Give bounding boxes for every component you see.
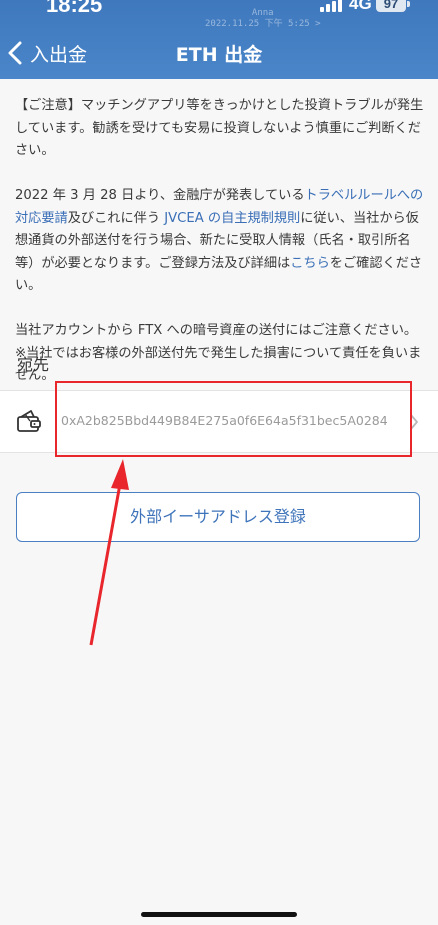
destination-address-row[interactable]: 0xA2b825Bbd449B84E275a0f6E64a5f31bec5A02… <box>0 390 438 453</box>
home-indicator <box>141 912 297 917</box>
network-type: 4G <box>349 0 372 13</box>
jvcea-rules-link[interactable]: JVCEA の自主規制規則 <box>164 211 300 226</box>
status-bar: 18:25 Anna 2022.11.25 下午 5:25 > 4G 97 <box>0 0 438 29</box>
battery-icon: 97 <box>376 0 406 12</box>
app-header: 18:25 Anna 2022.11.25 下午 5:25 > 4G 97 入出… <box>0 0 438 79</box>
destination-label: 宛先 <box>17 355 50 374</box>
battery-tip <box>407 1 410 7</box>
destination-address: 0xA2b825Bbd449B84E275a0f6E64a5f31bec5A02… <box>61 413 388 428</box>
details-link[interactable]: こちら <box>290 256 330 271</box>
watermark-name: Anna <box>251 8 274 18</box>
travel-rule-text: 2022 年 3 月 28 日より、金融庁が発表しているトラベルルールへの対応要… <box>15 188 424 293</box>
notice-text: 【ご注意】マッチングアプリ等をきっかけとした投資トラブルが発生しています。勧誘を… <box>15 95 425 388</box>
watermark: Anna 2022.11.25 下午 5:25 > <box>205 8 321 30</box>
ftx-warning-line-1: 当社アカウントから FTX への暗号資産の送付にはご注意ください。 <box>15 323 418 338</box>
status-time: 18:25 <box>46 0 103 17</box>
ftx-warning-line-2: ※当社ではお客様の外部送付先で発生した損害について責任を負いません。 <box>15 345 422 384</box>
register-external-address-button[interactable]: 外部イーサアドレス登録 <box>16 492 420 542</box>
caution-text: 【ご注意】マッチングアプリ等をきっかけとした投資トラブルが発生しています。勧誘を… <box>15 98 424 158</box>
ftx-warning: 当社アカウントから FTX への暗号資産の送付にはご注意ください。 ※当社ではお… <box>15 320 425 388</box>
page-title: ETH 出金 <box>175 44 263 66</box>
watermark-datetime: 2022.11.25 下午 5:25 > <box>205 19 321 29</box>
wallet-icon <box>17 410 41 432</box>
chevron-right-icon <box>410 414 418 430</box>
signal-icon <box>320 0 344 12</box>
